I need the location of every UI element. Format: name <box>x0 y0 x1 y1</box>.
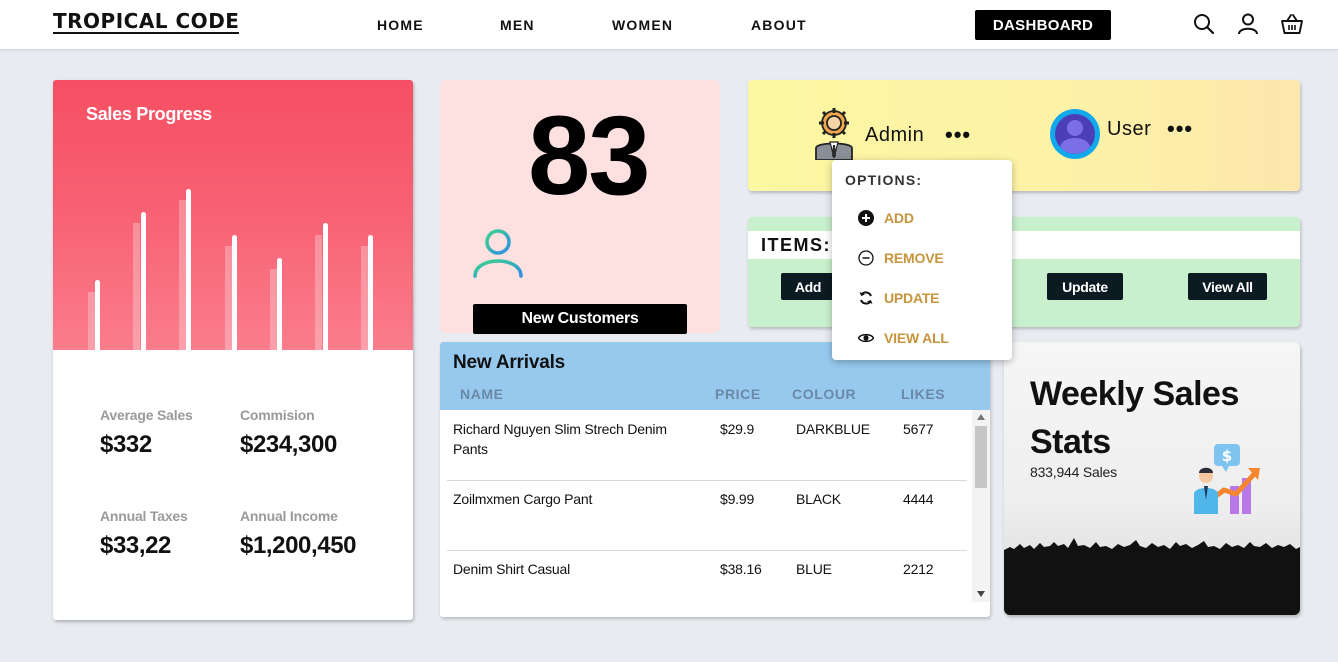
items-add-button[interactable]: Add <box>781 273 835 300</box>
column-header-name[interactable]: NAME <box>460 386 504 402</box>
stat-value-annual-taxes: $33,22 <box>100 532 172 559</box>
scroll-up-arrow-icon[interactable] <box>977 414 985 420</box>
items-update-button[interactable]: Update <box>1047 273 1123 300</box>
user-icon[interactable] <box>1236 12 1260 36</box>
admin-more-icon[interactable]: ••• <box>945 124 971 146</box>
cell-colour: BLACK <box>796 491 841 507</box>
sales-growth-illustration-icon: $ <box>1194 444 1260 514</box>
nav-link-about[interactable]: ABOUT <box>751 17 807 33</box>
new-customers-button[interactable]: New Customers <box>473 304 687 334</box>
brand-logo[interactable]: TROPICAL CODE <box>53 10 240 34</box>
menu-item-remove-label: REMOVE <box>884 250 944 266</box>
users-card: Admin ••• User ••• <box>748 80 1300 191</box>
basket-icon[interactable] <box>1280 12 1304 36</box>
user-label: User <box>1107 118 1152 140</box>
cell-likes: 5677 <box>903 421 934 437</box>
items-view-all-button[interactable]: View All <box>1188 273 1267 300</box>
sales-bar-shadow <box>179 200 186 350</box>
sales-bar-shadow <box>270 269 277 350</box>
items-title: ITEMS: <box>761 235 831 255</box>
arrivals-scrollbar[interactable] <box>972 410 990 602</box>
cell-name: Richard Nguyen Slim Strech Denim Pants <box>453 421 667 457</box>
admin-label: Admin <box>865 124 925 146</box>
user-more-icon[interactable]: ••• <box>1167 118 1193 140</box>
table-row[interactable]: Richard Nguyen Slim Strech Denim Pants $… <box>447 411 967 481</box>
cell-likes: 2212 <box>903 561 934 577</box>
cell-price: $9.99 <box>720 491 755 507</box>
cell-price: $38.16 <box>720 561 762 577</box>
stat-value-annual-income: $1,200,450 <box>240 532 357 559</box>
scroll-thumb[interactable] <box>975 426 987 488</box>
top-navbar: TROPICAL CODE HOME MEN WOMEN ABOUT DASHB… <box>0 0 1338 50</box>
stat-label-average-sales: Average Sales <box>100 407 193 423</box>
dashboard-button[interactable]: DASHBOARD <box>975 10 1111 40</box>
sales-title: Sales Progress <box>86 104 212 124</box>
new-arrivals-card: New Arrivals NAME PRICE COLOUR LIKES Ric… <box>440 342 990 617</box>
customer-icon <box>473 229 523 278</box>
cell-colour: BLUE <box>796 561 832 577</box>
stat-value-commission: $234,300 <box>240 431 337 458</box>
plus-circle-icon <box>858 210 874 226</box>
sales-bar <box>232 235 237 350</box>
sales-bar-shadow <box>315 235 322 350</box>
sales-bar <box>186 189 191 350</box>
sales-bar-shadow <box>88 292 95 350</box>
cell-price: $29.9 <box>720 421 755 437</box>
admin-icon <box>815 108 853 160</box>
nav-link-home[interactable]: HOME <box>377 17 424 33</box>
menu-item-update-label: UPDATE <box>884 290 940 306</box>
options-dropdown-menu: OPTIONS: ADD REMOVE UPDATE VIEW ALL <box>832 160 1012 360</box>
eye-icon <box>858 333 874 343</box>
column-header-colour[interactable]: COLOUR <box>792 386 856 402</box>
cell-colour: DARKBLUE <box>796 421 870 437</box>
items-card: ITEMS: Add Update View All <box>748 217 1300 327</box>
menu-item-add[interactable]: ADD <box>858 210 914 226</box>
menu-item-view-all[interactable]: VIEW ALL <box>858 330 949 346</box>
cell-name: Zoilmxmen Cargo Pant <box>453 491 593 507</box>
nav-link-men[interactable]: MEN <box>500 17 535 33</box>
options-title: OPTIONS: <box>845 172 923 188</box>
sales-bar <box>277 258 282 350</box>
weekly-sales-count: 833,944 Sales <box>1030 464 1117 480</box>
new-customers-card: 83 New Customers <box>440 80 720 334</box>
sales-progress-card: Sales Progress Average Sales $332 Commis… <box>53 80 413 620</box>
stat-label-annual-taxes: Annual Taxes <box>100 508 188 524</box>
nav-link-women[interactable]: WOMEN <box>612 17 673 33</box>
menu-item-view-all-label: VIEW ALL <box>884 330 949 346</box>
weekly-sales-card: Weekly Sales Stats 833,944 Sales $ <box>1004 342 1300 615</box>
column-header-likes[interactable]: LIKES <box>901 386 945 402</box>
menu-item-update[interactable]: UPDATE <box>858 290 940 306</box>
user-avatar-icon <box>1050 109 1100 159</box>
sales-bar-shadow <box>361 246 368 350</box>
sales-chart-area: Sales Progress <box>53 80 413 350</box>
stat-label-commission: Commision <box>240 407 315 423</box>
sales-bar <box>141 212 146 350</box>
cell-likes: 4444 <box>903 491 934 507</box>
column-header-price[interactable]: PRICE <box>715 386 761 402</box>
sales-bar <box>95 280 100 350</box>
refresh-icon <box>859 291 873 305</box>
table-row[interactable]: Denim Shirt Casual $38.16 BLUE 2212 <box>447 551 967 617</box>
search-icon[interactable] <box>1192 12 1216 36</box>
arrivals-title: New Arrivals <box>453 352 566 373</box>
menu-item-remove[interactable]: REMOVE <box>858 250 944 266</box>
menu-item-add-label: ADD <box>884 210 914 226</box>
stat-value-average-sales: $332 <box>100 431 152 458</box>
forest-silhouette <box>1004 538 1300 615</box>
stat-label-annual-income: Annual Income <box>240 508 338 524</box>
table-row[interactable]: Zoilmxmen Cargo Pant $9.99 BLACK 4444 <box>447 481 967 551</box>
sales-bar <box>323 223 328 350</box>
svg-text:$: $ <box>1222 447 1232 465</box>
sales-bar-shadow <box>225 246 232 350</box>
cell-name: Denim Shirt Casual <box>453 561 570 577</box>
scroll-down-arrow-icon[interactable] <box>977 591 985 597</box>
sales-bar-shadow <box>133 223 140 350</box>
minus-circle-icon <box>858 250 874 266</box>
sales-bar <box>368 235 373 350</box>
customer-count: 83 <box>528 93 651 218</box>
